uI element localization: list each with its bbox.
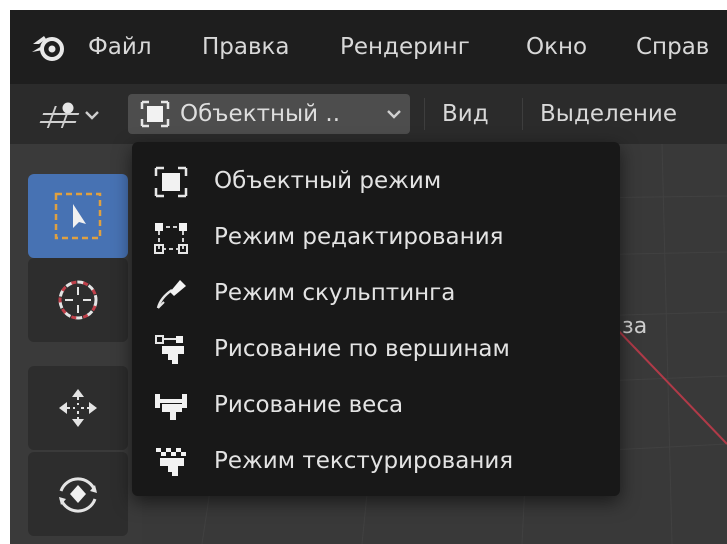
menu-item-label: Рисование веса [214, 392, 404, 418]
viewport-overlay-text: за [622, 314, 648, 339]
header-divider [522, 98, 523, 130]
move-icon [59, 389, 97, 427]
object-mode-icon [140, 100, 170, 128]
menu-item-sculpt-mode[interactable]: Режим скульптинга [142, 266, 610, 322]
tool-shelf [28, 160, 142, 544]
chevron-down-icon [387, 110, 401, 119]
menu-item-label: Режим редактирования [214, 224, 504, 250]
menu-file[interactable]: Файл [88, 30, 152, 64]
transform-pivot-button[interactable] [28, 94, 114, 134]
weight-paint-icon [155, 394, 187, 420]
top-menu-bar: Файл Правка Рендеринг Окно Справ [10, 10, 727, 84]
menu-item-label: Объектный режим [214, 168, 442, 194]
texture-paint-icon [156, 448, 186, 476]
menu-help[interactable]: Справ [636, 30, 709, 64]
menu-item-label: Режим текстурирования [214, 448, 514, 474]
menu-item-weight-paint[interactable]: Рисование веса [142, 378, 610, 434]
rotate-icon [59, 477, 97, 513]
menu-item-label: Рисование по вершинам [214, 336, 510, 362]
cursor-tool[interactable] [28, 258, 128, 342]
mode-select-value: Объектный .. [180, 101, 341, 127]
menu-item-vertex-paint[interactable]: Рисование по вершинам [142, 322, 610, 378]
select-box-tool[interactable] [28, 174, 128, 258]
blender-logo-icon[interactable] [30, 30, 66, 64]
object-mode-icon [154, 166, 188, 198]
mode-dropdown-menu: Объектный режим Режим редактирования Реж… [132, 142, 620, 496]
transform-pivot-icon [39, 102, 99, 128]
menu-item-texture-paint[interactable]: Режим текстурирования [142, 434, 610, 490]
cursor-icon [58, 280, 98, 320]
sculpt-mode-icon [156, 280, 186, 309]
viewport-header: Объектный .. Вид Выделение [10, 84, 727, 144]
header-divider [424, 98, 425, 130]
menu-view[interactable]: Вид [442, 94, 489, 134]
edit-mode-icon [154, 223, 188, 254]
menu-select[interactable]: Выделение [540, 94, 677, 134]
rotate-tool[interactable] [28, 452, 128, 536]
blender-window: Файл Правка Рендеринг Окно Справ Объектн… [10, 10, 727, 544]
menu-window[interactable]: Окно [526, 30, 587, 64]
menu-item-label: Режим скульптинга [214, 280, 456, 306]
vertex-paint-icon [155, 335, 184, 364]
menu-item-object-mode[interactable]: Объектный режим [142, 154, 610, 210]
select-box-icon [54, 192, 102, 240]
menu-item-edit-mode[interactable]: Режим редактирования [142, 210, 610, 266]
mode-select[interactable]: Объектный .. [128, 94, 410, 134]
chevron-down-icon [85, 111, 99, 120]
menu-render[interactable]: Рендеринг [340, 30, 470, 64]
move-tool[interactable] [28, 366, 128, 450]
menu-edit[interactable]: Правка [202, 30, 290, 64]
